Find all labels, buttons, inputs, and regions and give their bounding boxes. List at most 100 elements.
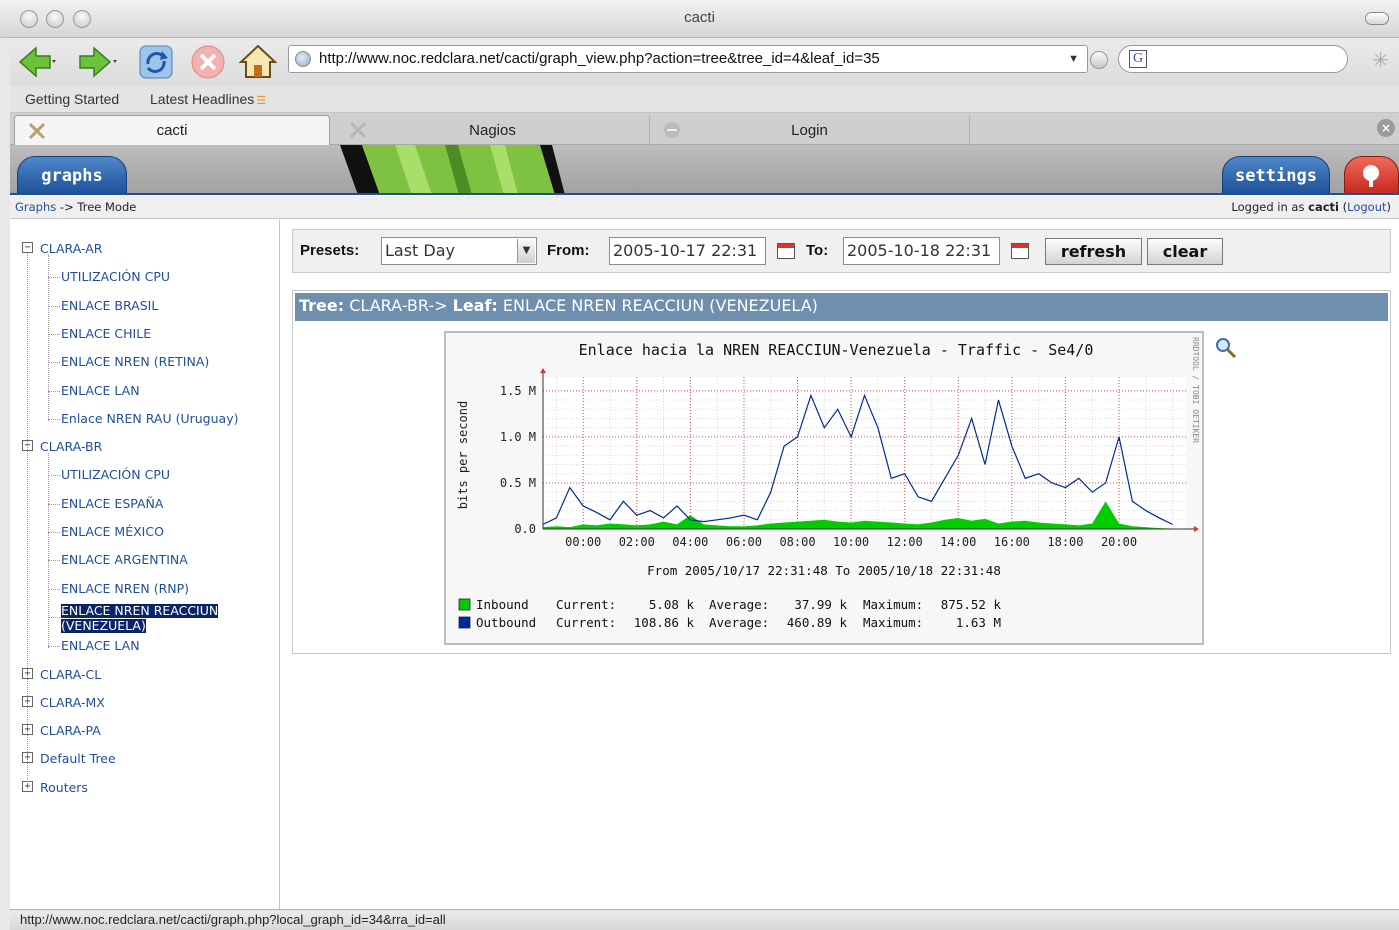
- to-calendar-icon[interactable]: [1011, 243, 1029, 259]
- bookmark-latest-headlines-label: Latest Headlines: [150, 91, 255, 107]
- preset-select[interactable]: Last Day ▼: [381, 237, 537, 265]
- tree-connector: [48, 418, 60, 420]
- x-tick-label: 02:00: [619, 535, 655, 549]
- legend-maximum-label: Maximum:: [863, 615, 923, 630]
- login-status: Logged in as cacti (Logout): [1231, 200, 1391, 214]
- tree-leaf[interactable]: Enlace NREN RAU (Uruguay): [61, 411, 238, 426]
- tab-cacti[interactable]: cacti: [14, 115, 330, 145]
- x-tick-label: 12:00: [887, 535, 923, 549]
- tree-connector: [48, 588, 60, 590]
- stop-button[interactable]: [188, 42, 228, 82]
- tree-connector: [48, 532, 60, 533]
- tree-group-default-tree[interactable]: Default Tree: [40, 751, 116, 766]
- url-text: http://www.noc.redclara.net/cacti/graph_…: [319, 50, 880, 67]
- tree-leaf[interactable]: ENLACE LAN: [61, 383, 140, 398]
- collapse-toggle-icon[interactable]: −: [22, 242, 33, 253]
- url-history-dropdown-icon[interactable]: ▼: [1068, 46, 1079, 72]
- refresh-button[interactable]: refresh: [1045, 238, 1142, 265]
- tree-leaf-selected[interactable]: ENLACE NREN REACCIUN (VENEZUELA): [61, 602, 219, 633]
- tree-group-clara-ar[interactable]: CLARA-AR: [40, 241, 102, 256]
- status-bar: http://www.noc.redclara.net/cacti/graph.…: [10, 909, 1399, 930]
- tree-leaf[interactable]: ENLACE NREN (RNP): [61, 581, 189, 596]
- tab-login-label: Login: [791, 121, 828, 139]
- cacti-logo-stripes-icon: [340, 145, 565, 193]
- nav-tab-settings[interactable]: settings: [1222, 156, 1330, 193]
- bookmark-latest-headlines[interactable]: Latest Headlines ☰: [150, 91, 266, 107]
- legend-average-label: Average:: [709, 615, 769, 630]
- tree-header-value: CLARA-BR->: [344, 296, 453, 315]
- to-label: To:: [806, 242, 829, 259]
- legend-name: Inbound: [476, 597, 529, 612]
- selected-leaf-line1: ENLACE NREN REACCIUN: [61, 602, 219, 618]
- breadcrumb-graphs-link[interactable]: Graphs: [15, 200, 56, 214]
- y-tick-label: 1.5 M: [500, 384, 536, 398]
- forward-button[interactable]: [78, 42, 118, 82]
- go-button[interactable]: [1090, 51, 1108, 69]
- chevron-down-icon: ▼: [517, 239, 535, 263]
- tree-leaf[interactable]: ENLACE MÉXICO: [61, 524, 164, 539]
- back-button[interactable]: [16, 42, 56, 82]
- toolbar-toggle-button[interactable]: [1365, 12, 1389, 25]
- browser-window: cacti http://www.noc.redclara.net/cacti/…: [0, 0, 1399, 930]
- tree-leaf[interactable]: UTILIZACIÓN CPU: [61, 467, 170, 482]
- title-bar: cacti: [0, 0, 1399, 38]
- tree-leaf[interactable]: ENLACE ARGENTINA: [61, 552, 188, 567]
- clear-button[interactable]: clear: [1147, 238, 1223, 265]
- google-search-icon[interactable]: G: [1129, 50, 1147, 68]
- home-button[interactable]: [238, 42, 278, 82]
- bookmark-getting-started[interactable]: Getting Started: [25, 91, 119, 107]
- close-tab-icon[interactable]: ×: [1377, 119, 1395, 137]
- tree-group-clara-br[interactable]: CLARA-BR: [40, 439, 102, 454]
- url-field[interactable]: http://www.noc.redclara.net/cacti/graph_…: [288, 45, 1088, 73]
- tree-group-clara-mx[interactable]: CLARA-MX: [40, 695, 105, 710]
- tree-leaf[interactable]: ENLACE NREN (RETINA): [61, 354, 209, 369]
- tree-connector: [48, 390, 60, 392]
- tab-login[interactable]: Login: [650, 115, 970, 145]
- status-text: http://www.noc.redclara.net/cacti/graph.…: [20, 912, 446, 927]
- breadcrumb: Graphs -> Tree Mode: [15, 200, 136, 214]
- to-date-input[interactable]: 2005-10-18 22:31: [843, 237, 1000, 265]
- tree-connector: [48, 333, 60, 335]
- breadcrumb-bar: Graphs -> Tree Mode Logged in as cacti (…: [10, 196, 1399, 219]
- y-axis-arrow: [540, 368, 546, 373]
- traffic-graph[interactable]: 0.0 0.5 M 1.0 M 1.5 M 00:00 02:00 04:00 06:00 08…: [444, 331, 1204, 645]
- forward-arrow-icon: [79, 46, 117, 78]
- tree-connector: [48, 305, 60, 307]
- from-calendar-icon[interactable]: [777, 243, 795, 259]
- tree-leaf[interactable]: ENLACE ESPAÑA: [61, 496, 163, 511]
- rss-feed-icon: ☰: [256, 95, 267, 107]
- legend-maximum: 1.63 M: [956, 615, 1001, 630]
- tree-connector: [48, 277, 60, 279]
- tree-group-clara-cl[interactable]: CLARA-CL: [40, 667, 101, 682]
- x-axis-label: From 2005/10/17 22:31:48 To 2005/10/18 2…: [647, 563, 1001, 578]
- reload-button[interactable]: [136, 42, 176, 82]
- tab-cacti-label: cacti: [156, 122, 188, 139]
- traffic-chart: 0.0 0.5 M 1.0 M 1.5 M 00:00 02:00 04:00 06:00 08…: [456, 337, 1200, 630]
- tree-connector: [48, 475, 60, 477]
- nav-tab-tree-view[interactable]: [1344, 156, 1399, 193]
- leaf-header-value: ENLACE NREN REACCIUN (VENEZUELA): [497, 296, 818, 315]
- nav-tab-graphs[interactable]: graphs: [17, 156, 127, 193]
- window-title: cacti: [684, 9, 715, 26]
- tab-nagios[interactable]: Nagios: [336, 115, 650, 145]
- tree-leaf[interactable]: ENLACE LAN: [61, 638, 140, 653]
- search-field[interactable]: G: [1118, 45, 1348, 73]
- tab-bar: cacti Nagios Login ×: [10, 113, 1399, 145]
- tree-leaf[interactable]: ENLACE CHILE: [61, 326, 151, 341]
- back-arrow-icon: [18, 46, 56, 78]
- tree-leaf[interactable]: UTILIZACIÓN CPU: [61, 269, 170, 284]
- reload-icon: [139, 45, 173, 79]
- cacti-banner: graphs settings: [10, 145, 1399, 195]
- x-tick-label: 06:00: [726, 535, 762, 549]
- tree-group-clara-pa[interactable]: CLARA-PA: [40, 723, 101, 738]
- from-date-input[interactable]: 2005-10-17 22:31: [609, 237, 766, 265]
- logout-link[interactable]: Logout: [1347, 200, 1386, 214]
- tree-branch-line: [48, 255, 49, 421]
- tree-leaf[interactable]: ENLACE BRASIL: [61, 298, 158, 313]
- login-user: cacti: [1308, 200, 1339, 214]
- tree-group-routers[interactable]: Routers: [40, 780, 88, 795]
- tree-connector: [48, 646, 60, 648]
- login-paren-open: (: [1338, 200, 1348, 214]
- tree-connector: [48, 503, 60, 505]
- zoom-magnifier-icon[interactable]: [1214, 336, 1238, 360]
